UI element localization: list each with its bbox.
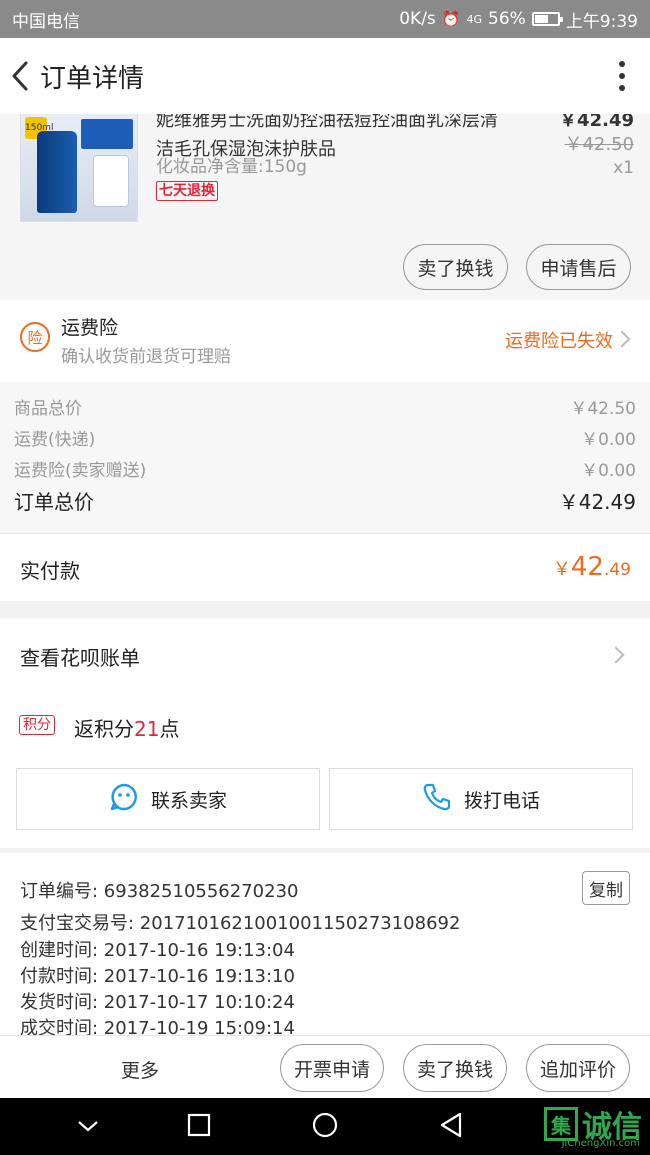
copy-button[interactable]: 复制 [582,871,630,905]
collapse-down-icon[interactable] [76,1112,100,1144]
insurance-title: 运费险 [61,317,119,339]
alipay-trade-number: 支付宝交易号: 2017101621001001150273108692 [20,913,461,934]
price-row-value: ￥0.00 [581,430,636,450]
amount-decimal: .49 [603,560,631,580]
product-tube-shape [93,155,129,207]
actual-payment-row: 实付款 ￥42.49 [0,533,650,601]
sell-exchange-button[interactable]: 卖了换钱 [403,244,508,290]
actual-payment-label: 实付款 [20,559,80,583]
status-right: 0K/s ⏰ 4G 56% 上午9:39 [399,7,638,32]
nav-bar: 订单详情 [0,38,650,114]
order-number: 订单编号: 69382510556270230 [20,881,299,902]
watermark-url: JiChengXin.com [561,1138,640,1149]
shipping-insurance-row[interactable]: 险 运费险 确认收货前退货可理赔 运费险已失效 [0,300,650,382]
created-time: 创建时间: 2017-10-16 19:13:04 [20,940,295,961]
points-suffix: 点 [159,717,180,741]
points-tag: 积分 [19,715,55,735]
insurance-icon: 险 [20,322,50,352]
status-bar: 中国电信 0K/s ⏰ 4G 56% 上午9:39 [0,0,650,38]
carrier-name: 中国电信 [12,11,80,32]
points-prefix: 返积分 [74,717,134,741]
order-total-label: 订单总价 [14,490,94,514]
order-total-row: 订单总价 ￥42.49 [14,486,636,515]
order-total-value: ￥42.49 [558,490,636,514]
network-speed: 0K/s [399,9,436,29]
chevron-right-icon [607,646,625,664]
more-options-icon[interactable] [600,38,644,114]
price-row-value: ￥42.50 [570,399,636,419]
actual-payment-amount: ￥42.49 [553,552,631,582]
product-card[interactable]: 150ml 妮维雅男士洗面奶控油祛痘控油面乳深层清 洁毛孔保湿泡沫护肤品 化妆品… [0,114,650,300]
signal-icon: 4G [466,12,483,26]
clock: 上午9:39 [565,11,638,32]
contact-seller-label: 联系卖家 [150,789,227,812]
product-quantity: x1 [613,158,634,178]
return-policy-tag: 七天退换 [156,181,218,201]
back-arrow-icon[interactable] [2,38,38,114]
product-original-price: ￥42.50 [564,134,634,155]
product-bottle-shape [37,131,77,213]
price-row-value: ￥0.00 [581,461,636,481]
chevron-right-icon [613,330,631,348]
amount-integer: 42 [570,552,604,582]
huabei-section: 查看花呗账单 积分 返积分21点 联系卖家 拨打电话 [0,618,650,848]
call-phone-label: 拨打电话 [463,789,540,812]
product-image[interactable]: 150ml [20,114,138,222]
insurance-subtitle: 确认收货前退货可理赔 [61,347,231,367]
sell-exchange-bottom-button[interactable]: 卖了换钱 [403,1044,507,1092]
invoice-request-button[interactable]: 开票申请 [280,1044,384,1092]
after-sale-button[interactable]: 申请售后 [526,244,631,290]
alarm-icon: ⏰ [441,10,461,28]
paid-time: 付款时间: 2017-10-16 19:13:10 [20,966,295,987]
product-spec: 化妆品净含量:150g [156,157,307,177]
contact-seller-button[interactable]: 联系卖家 [16,768,320,830]
points-count: 21 [134,717,160,741]
price-row-label: 商品总价 [14,399,82,419]
price-row-label: 运费(快递) [14,430,96,450]
watermark-box: 集 [544,1107,578,1141]
add-review-button[interactable]: 追加评价 [526,1044,630,1092]
completed-time: 成交时间: 2017-10-19 15:09:14 [20,1018,295,1035]
back-triangle-icon[interactable] [438,1112,464,1144]
call-phone-button[interactable]: 拨打电话 [329,768,633,830]
bottom-action-bar: 更多 开票申请 卖了换钱 追加评价 [0,1035,650,1098]
home-circle-icon[interactable] [311,1112,339,1144]
chat-bubble-icon [109,782,139,817]
battery-icon [531,12,563,26]
system-nav-bar: 集 诚信 JiChengXin.com [0,1098,650,1155]
recents-square-icon[interactable] [186,1112,212,1144]
price-row-label: 运费险(卖家赠送) [14,461,147,481]
points-reward: 返积分21点 [74,713,179,742]
shipped-time: 发货时间: 2017-10-17 10:10:24 [20,992,295,1013]
product-label-shape [81,119,133,149]
order-info: 订单编号: 69382510556270230 复制 支付宝交易号: 20171… [0,853,650,1035]
page-title: 订单详情 [40,63,145,94]
more-button[interactable]: 更多 [121,1056,159,1083]
price-row: 商品总价 ￥42.50 [14,394,636,419]
insurance-status: 运费险已失效 [505,331,613,352]
price-row: 运费(快递) ￥0.00 [14,425,636,450]
price-breakdown: 商品总价 ￥42.50 运费(快递) ￥0.00 运费险(卖家赠送) ￥0.00… [0,382,650,532]
huabei-bill-link[interactable]: 查看花呗账单 [20,642,140,671]
phone-icon [422,782,452,817]
price-row: 运费险(卖家赠送) ￥0.00 [14,456,636,481]
currency-symbol: ￥ [552,559,571,580]
product-title-line-1: 妮维雅男士洗面奶控油祛痘控油面乳深层清 [156,114,498,131]
battery-percent: 56% [488,9,526,29]
